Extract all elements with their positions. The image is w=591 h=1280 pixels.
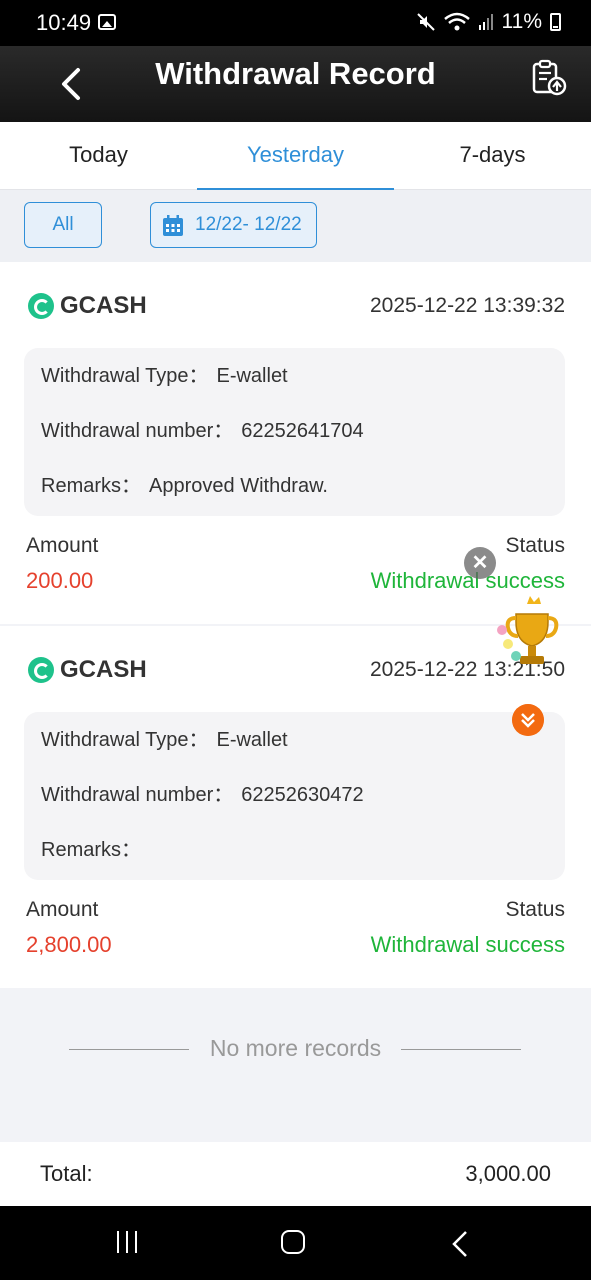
close-icon[interactable]: ✕: [464, 547, 496, 579]
total-value: 3,000.00: [465, 1161, 551, 1186]
total-bar: Total: 3,000.00: [0, 1142, 591, 1206]
remarks-label: Remarks：: [41, 475, 142, 497]
clipboard-upload-icon[interactable]: [529, 58, 569, 98]
wallet-brand: GCASH: [28, 656, 147, 684]
home-icon[interactable]: [281, 1230, 305, 1254]
period-tabs: Today Yesterday 7-days: [0, 122, 591, 191]
withdrawal-number-row: Withdrawal number： 62252630472: [41, 781, 548, 836]
status-label: Status: [505, 898, 565, 921]
status-bar: 10:49 11%: [0, 0, 591, 46]
calendar-icon: [163, 215, 183, 236]
withdrawal-type-label: Withdrawal Type：: [41, 729, 209, 751]
wallet-brand: GCASH: [28, 292, 147, 320]
battery-percent: 11%: [501, 10, 542, 33]
signal-icon: [478, 14, 493, 30]
gcash-logo-icon: [28, 657, 54, 683]
mute-icon: [416, 13, 435, 31]
status-time: 10:49: [36, 10, 92, 35]
total-label: Total:: [40, 1161, 93, 1186]
record-details: Withdrawal Type： E-wallet Withdrawal numb…: [24, 712, 565, 880]
record-card[interactable]: GCASH 2025-12-22 13:39:32 Withdrawal Typ…: [0, 262, 591, 624]
wifi-icon: [443, 12, 470, 31]
page-title: Withdrawal Record: [155, 56, 436, 91]
status-right: 11%: [416, 10, 561, 34]
withdrawal-number-value: 62252641704: [241, 420, 364, 442]
brand-name: GCASH: [60, 656, 147, 683]
status-value: Withdrawal success: [370, 932, 565, 957]
trophy-icon[interactable]: [494, 592, 560, 672]
remarks-row: Remarks： Approved Withdraw.: [41, 472, 548, 527]
record-datetime: 2025-12-22 13:39:32: [370, 294, 565, 317]
withdrawal-type-row: Withdrawal Type： E-wallet: [41, 362, 548, 417]
remarks-value: Approved Withdraw.: [149, 475, 328, 497]
tab-yesterday[interactable]: Yesterday: [197, 122, 394, 191]
battery-icon: [550, 13, 561, 31]
withdrawal-number-row: Withdrawal number： 62252641704: [41, 417, 548, 472]
amount-label: Amount: [26, 534, 99, 557]
withdrawal-number-label: Withdrawal number：: [41, 784, 234, 806]
withdrawal-type-value: E-wallet: [216, 729, 288, 751]
withdrawal-number-value: 62252630472: [241, 784, 364, 806]
gcash-logo-icon: [28, 293, 54, 319]
remarks-row: Remarks：: [41, 836, 548, 891]
tab-today[interactable]: Today: [0, 122, 197, 190]
no-more-records-label: No more records: [209, 1035, 382, 1061]
brand-name: GCASH: [60, 292, 147, 319]
scroll-down-icon[interactable]: [512, 704, 544, 736]
status-label: Status: [505, 534, 565, 557]
tab-7-days[interactable]: 7-days: [394, 122, 591, 190]
amount-value: 200.00: [26, 568, 94, 593]
nav-back-icon[interactable]: [450, 1230, 470, 1258]
app-header: Withdrawal Record: [0, 46, 591, 122]
amount-value: 2,800.00: [26, 932, 112, 957]
gallery-notification-icon: [98, 14, 116, 30]
date-range-label: 12/22- 12/22: [195, 214, 302, 235]
remarks-label: Remarks：: [41, 839, 142, 861]
system-nav-bar: [0, 1206, 591, 1280]
filter-all-button[interactable]: All: [24, 202, 102, 248]
date-range-button[interactable]: 12/22- 12/22: [150, 202, 317, 248]
withdrawal-type-row: Withdrawal Type： E-wallet: [41, 726, 548, 781]
record-details: Withdrawal Type： E-wallet Withdrawal numb…: [24, 348, 565, 516]
withdrawal-type-value: E-wallet: [216, 365, 288, 387]
divider: [401, 1049, 521, 1050]
filter-bar: All 12/22- 12/22: [0, 190, 591, 262]
no-more-records: No more records: [0, 1035, 591, 1062]
amount-label: Amount: [26, 898, 99, 921]
withdrawal-number-label: Withdrawal number：: [41, 420, 234, 442]
recent-apps-icon[interactable]: [117, 1231, 137, 1253]
withdrawal-type-label: Withdrawal Type：: [41, 365, 209, 387]
divider: [69, 1049, 189, 1050]
record-card[interactable]: GCASH 2025-12-22 13:21:50 Withdrawal Typ…: [0, 626, 591, 988]
